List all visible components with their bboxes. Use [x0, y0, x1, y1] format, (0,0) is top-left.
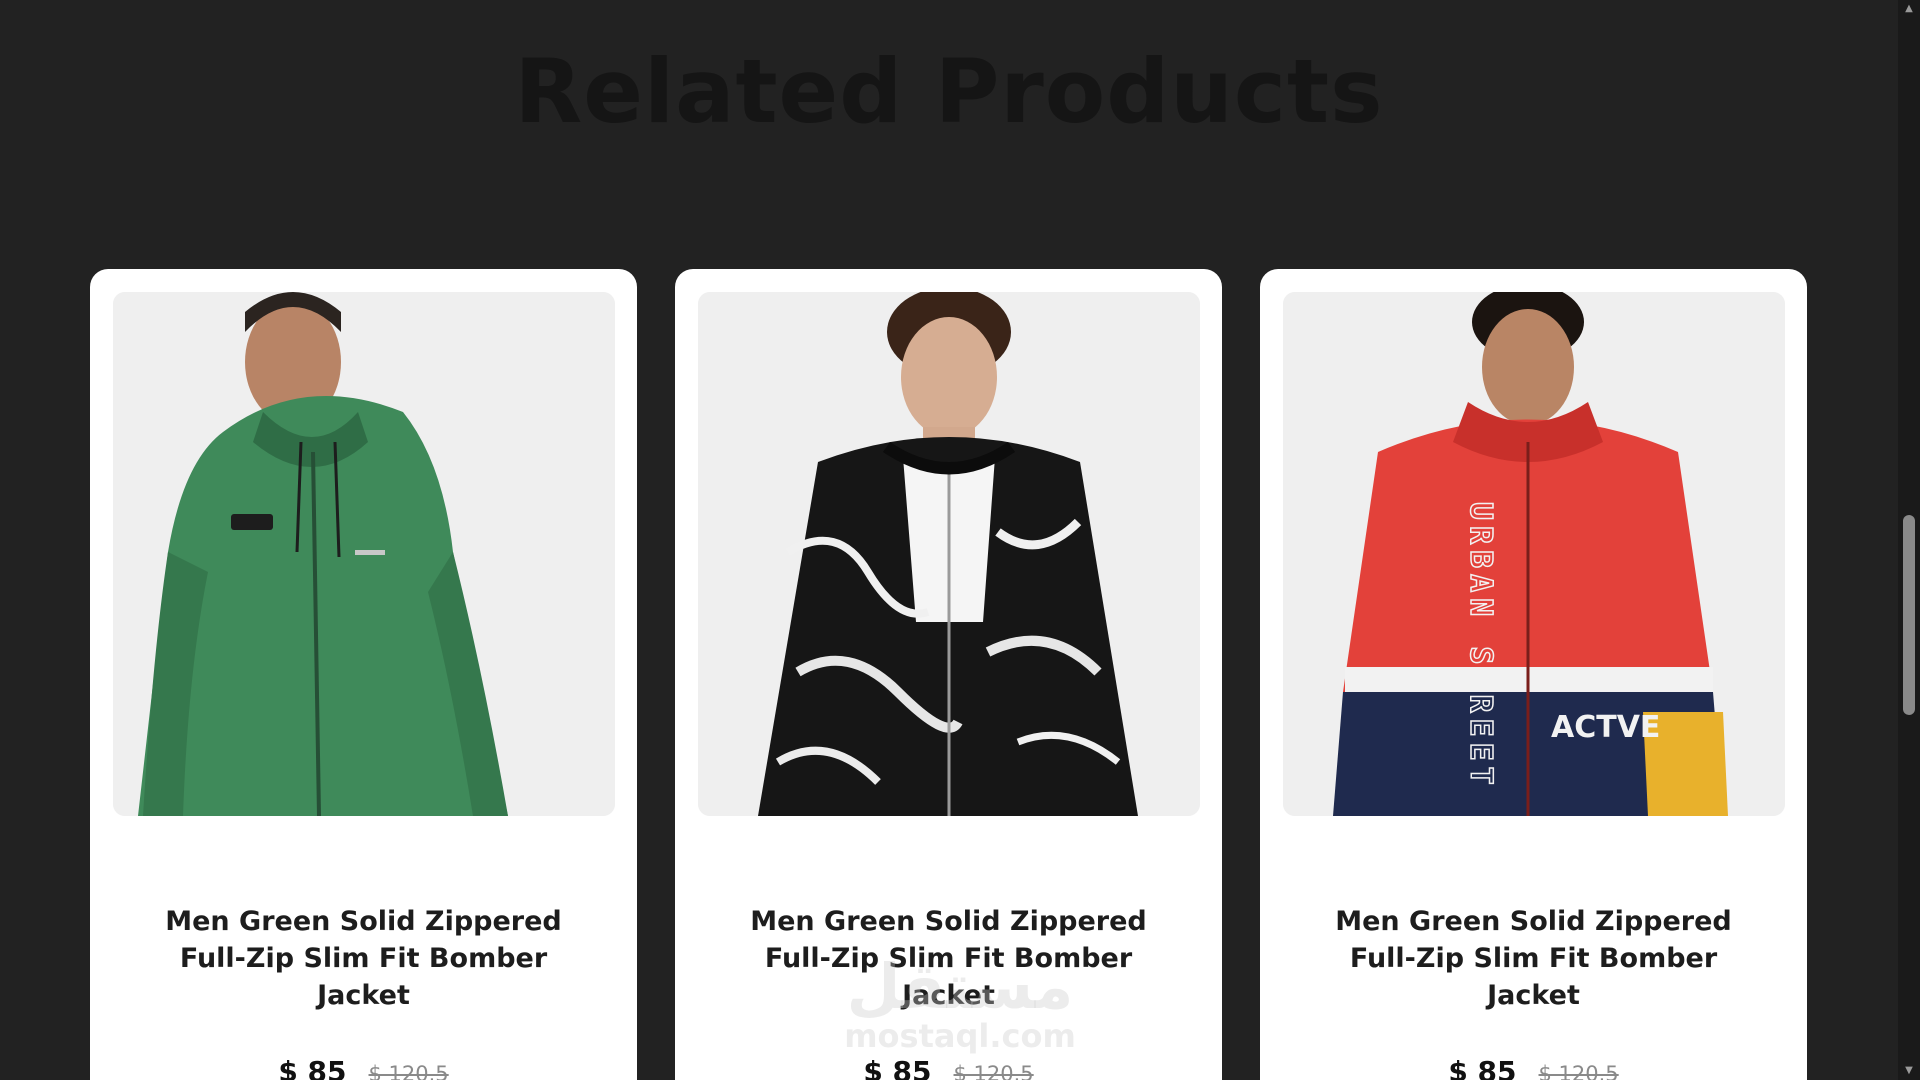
price: $ 85 — [1448, 1055, 1517, 1080]
product-title[interactable]: Men Green Solid Zippered Full-Zip Slim F… — [1300, 903, 1767, 1014]
green-hooded-jacket-photo[interactable] — [113, 292, 615, 816]
vertical-scrollbar[interactable]: ▲ ▼ — [1898, 0, 1920, 1080]
product-title[interactable]: Men Green Solid Zippered Full-Zip Slim F… — [715, 903, 1182, 1014]
red-navy-windbreaker-photo[interactable]: URBAN STREET ACTVE — [1283, 292, 1785, 816]
page: Related Products Men Green Solid Zippere… — [0, 0, 1920, 1080]
product-card[interactable]: Men Green Solid Zippered Full-Zip Slim F… — [90, 269, 637, 1080]
scroll-up-arrow-icon[interactable]: ▲ — [1898, 0, 1920, 18]
price-row: $ 85 $ 120.5 — [90, 1055, 637, 1080]
old-price: $ 120.5 — [953, 1062, 1034, 1080]
svg-text:URBAN STREET: URBAN STREET — [1463, 502, 1498, 791]
svg-text:ACTVE: ACTVE — [1551, 710, 1660, 745]
product-card[interactable]: Men Green Solid Zippered Full-Zip Slim F… — [675, 269, 1222, 1080]
price-row: $ 85 $ 120.5 — [675, 1055, 1222, 1080]
price: $ 85 — [278, 1055, 347, 1080]
old-price: $ 120.5 — [1538, 1062, 1619, 1080]
section-title: Related Products — [514, 40, 1384, 143]
price: $ 85 — [863, 1055, 932, 1080]
black-white-bomber-jacket-photo[interactable] — [698, 292, 1200, 816]
product-title[interactable]: Men Green Solid Zippered Full-Zip Slim F… — [130, 903, 597, 1014]
scrollbar-thumb[interactable] — [1903, 515, 1915, 715]
scroll-down-arrow-icon[interactable]: ▼ — [1898, 1062, 1920, 1080]
product-card[interactable]: URBAN STREET ACTVE Men Green Solid Zippe… — [1260, 269, 1807, 1080]
price-row: $ 85 $ 120.5 — [1260, 1055, 1807, 1080]
old-price: $ 120.5 — [368, 1062, 449, 1080]
